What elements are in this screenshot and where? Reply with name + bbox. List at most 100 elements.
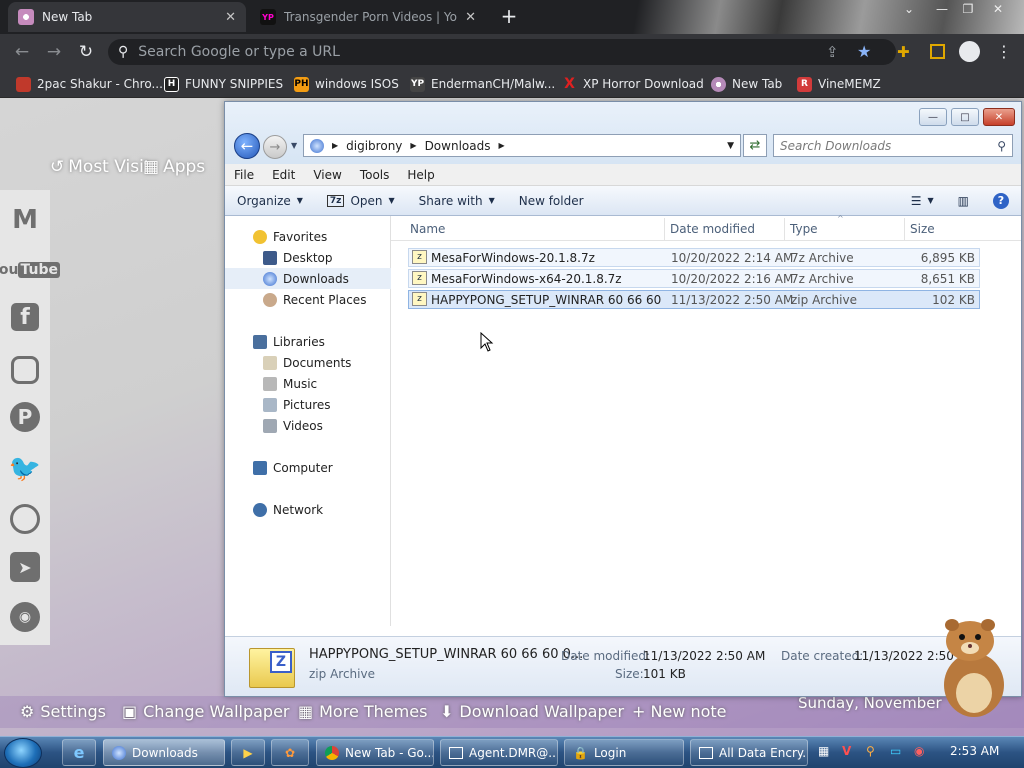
ntp-new-note-link[interactable]: + New note xyxy=(632,702,727,721)
taskbar-item-login[interactable]: 🔒 Login xyxy=(564,739,684,766)
menu-edit[interactable]: Edit xyxy=(263,168,304,182)
tab-youporn[interactable]: YP Transgender Porn Videos | YouP ✕ xyxy=(250,2,486,32)
close-tab-icon[interactable]: ✕ xyxy=(225,10,236,25)
app-taskbar-icon[interactable]: ✿ xyxy=(271,739,309,766)
file-row[interactable]: z HAPPYPONG_SETUP_WINRAR 60 66 60 0... 1… xyxy=(408,290,980,309)
nav-libraries[interactable]: Libraries xyxy=(225,331,391,352)
nav-network[interactable]: Network xyxy=(225,499,391,520)
tray-monitor-icon[interactable]: ▭ xyxy=(890,744,901,758)
bookmark-2pac[interactable]: 2pac Shakur - Chro... xyxy=(16,74,163,94)
nav-recent-places[interactable]: Recent Places xyxy=(225,289,391,310)
close-button[interactable]: ✕ xyxy=(983,108,1015,126)
ntp-change-wallpaper-link[interactable]: ▣ Change Wallpaper xyxy=(122,702,290,721)
instagram-icon[interactable] xyxy=(8,353,42,387)
menu-file[interactable]: File xyxy=(225,168,263,182)
view-options-button[interactable]: ☰ ▼ xyxy=(899,194,946,208)
column-type[interactable]: Type xyxy=(790,222,818,236)
new-tab-button[interactable]: + xyxy=(498,5,520,27)
system-clock[interactable]: 2:53 AM xyxy=(950,744,999,758)
new-folder-button[interactable]: New folder xyxy=(507,194,596,208)
column-divider[interactable] xyxy=(904,218,905,240)
search-downloads-input[interactable]: Search Downloads ⚲ xyxy=(773,134,1013,157)
share-icon[interactable]: ⇪ xyxy=(826,43,839,61)
column-name[interactable]: Name xyxy=(410,222,445,236)
column-date-modified[interactable]: Date modified xyxy=(670,222,755,236)
bookmark-endermanch[interactable]: YP EndermanCH/Malw... xyxy=(410,74,555,94)
column-divider[interactable] xyxy=(784,218,785,240)
apps-link[interactable]: ▦ Apps xyxy=(143,157,205,177)
side-panel-icon[interactable] xyxy=(930,44,945,59)
media-player-taskbar-icon[interactable]: ▶ xyxy=(231,739,265,766)
open-button[interactable]: 7z Open ▼ xyxy=(315,194,407,208)
start-button[interactable] xyxy=(4,738,42,768)
minimize-window-button[interactable]: — xyxy=(928,0,956,18)
taskbar-item-agent-dmr[interactable]: Agent.DMR@... xyxy=(440,739,558,766)
close-tab-icon[interactable]: ✕ xyxy=(465,10,476,25)
nav-videos[interactable]: Videos xyxy=(225,415,391,436)
refresh-button[interactable]: ⇄ xyxy=(743,134,767,157)
telegram-icon[interactable]: ➤ xyxy=(10,552,40,582)
bookmark-windows-isos[interactable]: PH windows ISOS xyxy=(294,74,399,94)
address-dropdown-icon[interactable]: ▼ xyxy=(727,141,734,151)
reddit-icon[interactable]: ◉ xyxy=(10,602,40,632)
nav-desktop[interactable]: Desktop xyxy=(225,247,391,268)
restore-window-button[interactable]: ❐ xyxy=(954,0,982,18)
taskbar-item-downloads[interactable]: Downloads xyxy=(103,739,225,766)
share-with-button[interactable]: Share with ▼ xyxy=(407,194,507,208)
ntp-settings-link[interactable]: ⚙ Settings xyxy=(20,702,106,721)
gmail-icon[interactable]: M xyxy=(8,203,42,237)
bookmark-funny-snippies[interactable]: H FUNNY SNIPPIES xyxy=(164,74,283,94)
tab-new-tab[interactable]: New Tab ✕ xyxy=(8,2,246,32)
help-button[interactable]: ? xyxy=(981,192,1021,209)
close-window-button[interactable]: ✕ xyxy=(984,0,1012,18)
back-button[interactable]: ← xyxy=(234,133,260,159)
twitter-icon[interactable]: 🐦 xyxy=(8,452,42,486)
recent-pages-chevron-icon[interactable]: ▼ xyxy=(291,141,297,150)
menu-help[interactable]: Help xyxy=(398,168,443,182)
column-size[interactable]: Size xyxy=(910,222,935,236)
nav-downloads[interactable]: Downloads xyxy=(225,268,391,289)
most-visited-link[interactable]: ↺ Most Visit xyxy=(50,157,150,177)
file-row[interactable]: z MesaForWindows-x64-20.1.8.7z 10/20/202… xyxy=(408,269,980,288)
omnibox[interactable]: ⚲ Search Google or type a URL xyxy=(108,39,896,65)
pinterest-icon[interactable]: P xyxy=(10,402,40,432)
organize-button[interactable]: Organize ▼ xyxy=(225,194,315,208)
ntp-more-themes-link[interactable]: ▦ More Themes xyxy=(298,702,427,721)
menu-view[interactable]: View xyxy=(304,168,350,182)
tray-record-icon[interactable]: ◉ xyxy=(914,744,924,758)
tray-v-icon[interactable]: V xyxy=(842,744,851,758)
tray-app-icon[interactable]: ▦ xyxy=(818,744,829,758)
bookmark-star-icon[interactable]: ★ xyxy=(857,42,871,61)
internet-explorer-taskbar-icon[interactable]: e xyxy=(62,739,96,766)
maximize-button[interactable]: □ xyxy=(951,108,979,126)
kebab-menu-icon[interactable]: ⋮ xyxy=(996,42,1012,61)
bookmark-vinememz[interactable]: R VineMEMZ xyxy=(797,74,881,94)
file-row[interactable]: z MesaForWindows-20.1.8.7z 10/20/2022 2:… xyxy=(408,248,980,267)
ntp-download-wallpaper-link[interactable]: ⬇ Download Wallpaper xyxy=(440,702,624,721)
taskbar-item-chrome[interactable]: New Tab - Go... xyxy=(316,739,434,766)
nav-computer[interactable]: Computer xyxy=(225,457,391,478)
extensions-icon[interactable]: ✚ xyxy=(897,43,910,61)
nav-pictures[interactable]: Pictures xyxy=(225,394,391,415)
menu-tools[interactable]: Tools xyxy=(351,168,399,182)
breadcrumb-downloads[interactable]: Downloads xyxy=(425,139,491,153)
breadcrumb-digibrony[interactable]: digibrony xyxy=(346,139,402,153)
reload-icon[interactable]: ↻ xyxy=(76,42,96,62)
forward-arrow-icon[interactable]: → xyxy=(44,42,64,62)
tray-search-icon[interactable]: ⚲ xyxy=(866,744,875,758)
taskbar-item-all-data-encry[interactable]: All Data Encry... xyxy=(690,739,808,766)
address-bar[interactable]: ▶ digibrony ▶ Downloads ▶ ▼ xyxy=(303,134,741,157)
nav-music[interactable]: Music xyxy=(225,373,391,394)
back-arrow-icon[interactable]: ← xyxy=(12,42,32,62)
bookmark-xp-horror[interactable]: X XP Horror Download xyxy=(562,74,704,94)
minimize-button[interactable]: — xyxy=(919,108,947,126)
bookmark-new-tab[interactable]: New Tab xyxy=(711,74,782,94)
forward-button[interactable]: → xyxy=(263,135,287,159)
preview-pane-button[interactable]: ▥ xyxy=(946,194,981,208)
profile-avatar[interactable] xyxy=(959,41,980,62)
column-divider[interactable] xyxy=(664,218,665,240)
nav-documents[interactable]: Documents xyxy=(225,352,391,373)
nav-favorites[interactable]: Favorites xyxy=(225,226,391,247)
youtube-icon[interactable]: YouTube xyxy=(0,253,60,287)
facebook-icon[interactable]: f xyxy=(11,303,39,331)
